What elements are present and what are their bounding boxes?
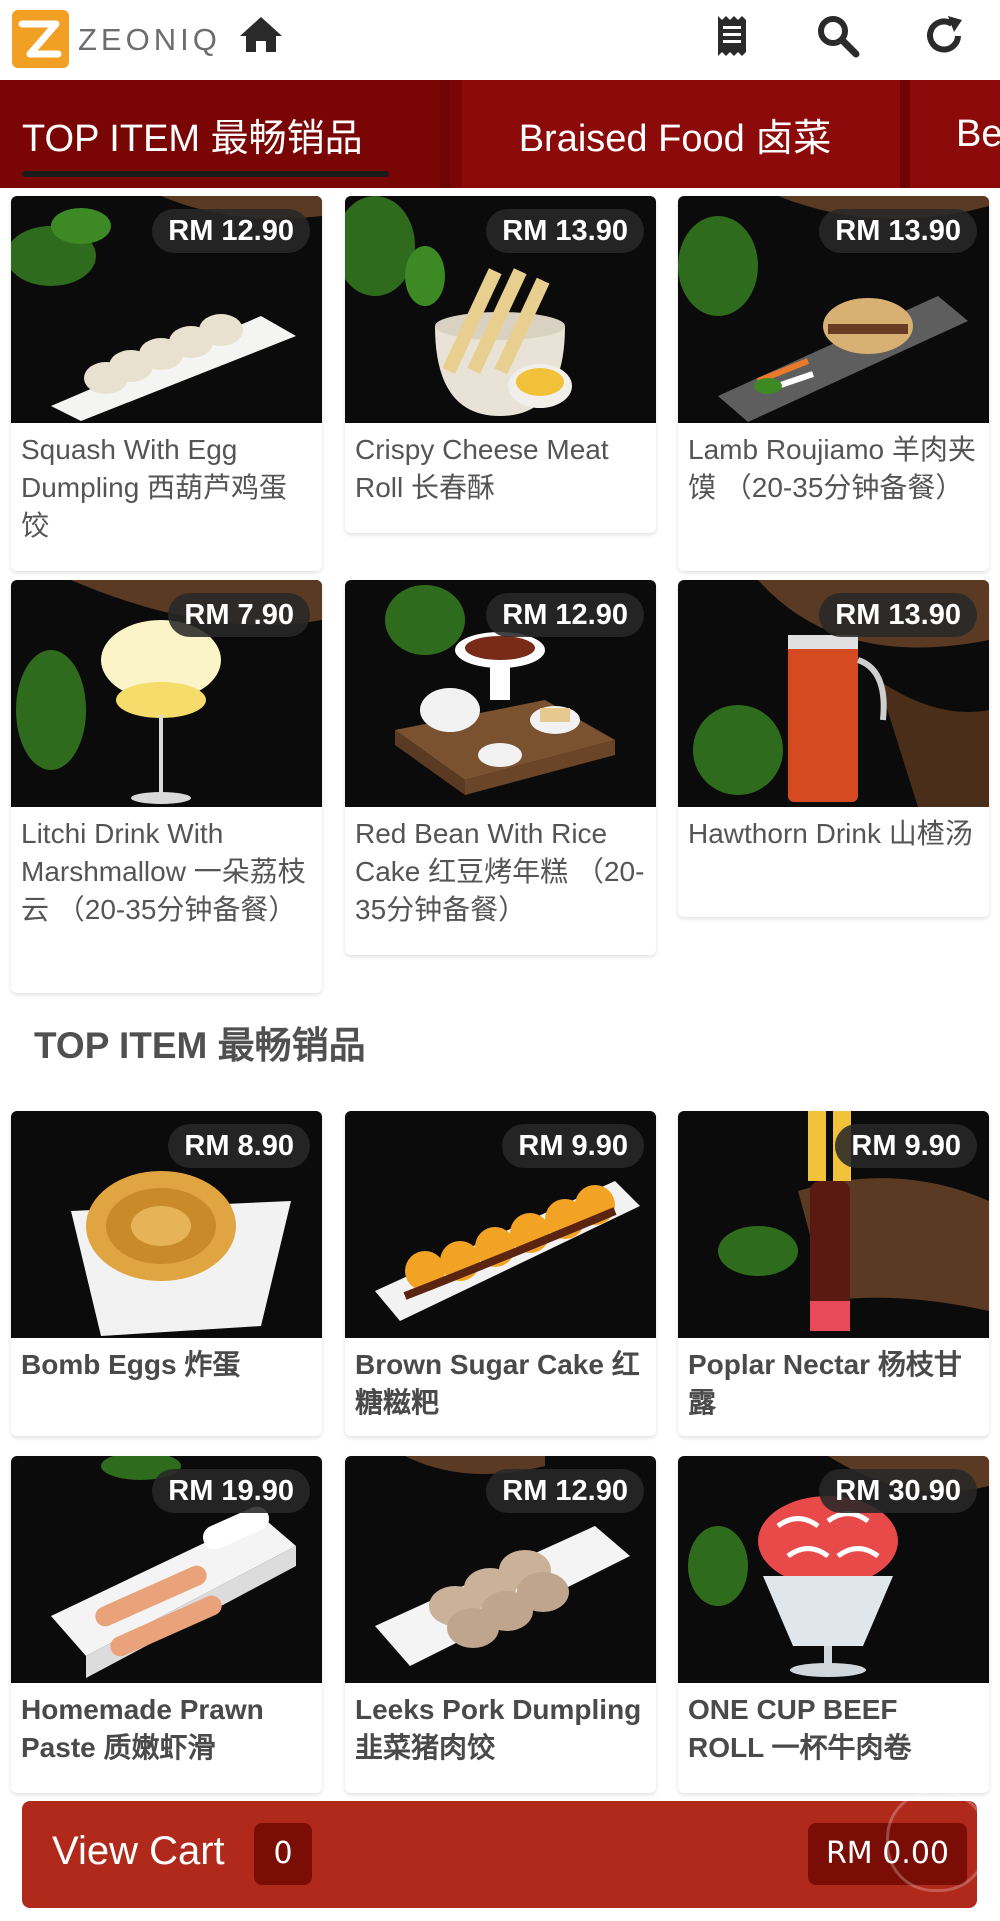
price-badge: RM 19.90 xyxy=(152,1469,310,1513)
product-card[interactable]: RM 9.90 Poplar Nectar 杨枝甘露 xyxy=(678,1111,989,1436)
product-card[interactable]: RM 13.90 Crispy Cheese Meat Roll 长春酥 xyxy=(345,196,656,533)
receipt-icon[interactable] xyxy=(712,14,752,62)
zeoniq-logo-icon xyxy=(12,10,69,68)
product-image: RM 9.90 xyxy=(678,1111,989,1338)
product-image: RM 12.90 xyxy=(345,580,656,807)
price-badge: RM 30.90 xyxy=(819,1469,977,1513)
price-badge: RM 12.90 xyxy=(486,1469,644,1513)
view-cart-button[interactable]: View Cart 0 RM 0.00 xyxy=(22,1801,977,1908)
tab-label: Braised Food 卤菜 xyxy=(518,117,832,160)
product-card[interactable]: RM 12.90 Squash With Egg Dumpling 西葫芦鸡蛋饺 xyxy=(11,196,322,571)
tab-partial[interactable]: Be xyxy=(956,80,1000,188)
product-image: RM 12.90 xyxy=(11,196,322,423)
refresh-icon[interactable] xyxy=(922,14,966,62)
product-card[interactable]: RM 12.90 Leeks Pork Dumpling韭菜猪肉饺 xyxy=(345,1456,656,1793)
tab-divider xyxy=(900,80,910,188)
product-card[interactable]: RM 12.90 Red Bean With Rice Cake 红豆烤年糕 （… xyxy=(345,580,656,955)
product-name: Poplar Nectar 杨枝甘露 xyxy=(688,1349,962,1418)
product-name: ONE CUP BEEF ROLL 一杯牛肉卷 xyxy=(688,1694,912,1763)
product-card[interactable]: RM 19.90 Homemade Prawn Paste 质嫩虾滑 xyxy=(11,1456,322,1793)
brand-name: ZEONIQ xyxy=(78,22,221,57)
product-card[interactable]: RM 13.90 Lamb Roujiamo 羊肉夹馍 （20-35分钟备餐） xyxy=(678,196,989,571)
product-name: Crispy Cheese Meat Roll 长春酥 xyxy=(355,434,609,503)
price-badge: RM 9.90 xyxy=(835,1124,977,1168)
tab-label: TOP ITEM 最畅销品 xyxy=(22,117,363,160)
price-badge: RM 12.90 xyxy=(486,593,644,637)
price-badge: RM 13.90 xyxy=(819,209,977,253)
product-image: RM 9.90 xyxy=(345,1111,656,1338)
tab-label: Be xyxy=(956,112,1000,155)
product-name: Lamb Roujiamo 羊肉夹馍 （20-35分钟备餐） xyxy=(688,434,976,503)
price-badge: RM 7.90 xyxy=(168,593,310,637)
product-name: Red Bean With Rice Cake 红豆烤年糕 （20-35分钟备餐… xyxy=(355,818,645,925)
price-badge: RM 9.90 xyxy=(502,1124,644,1168)
cart-count-badge: 0 xyxy=(254,1823,312,1885)
app-header: ZEONIQ xyxy=(0,0,1000,80)
watermark-logo xyxy=(886,1790,988,1892)
product-card[interactable]: RM 8.90 Bomb Eggs 炸蛋 xyxy=(11,1111,322,1436)
product-image: RM 13.90 xyxy=(345,196,656,423)
product-image: RM 13.90 xyxy=(678,580,989,807)
tab-braised-food[interactable]: Braised Food 卤菜 xyxy=(450,80,900,188)
product-image: RM 7.90 xyxy=(11,580,322,807)
price-badge: RM 8.90 xyxy=(168,1124,310,1168)
search-icon[interactable] xyxy=(816,14,860,62)
product-image: RM 8.90 xyxy=(11,1111,322,1338)
tab-divider xyxy=(440,80,450,188)
cart-label: View Cart xyxy=(52,1829,225,1873)
product-name: Litchi Drink With Marshmallow 一朵荔枝云 （20-… xyxy=(21,818,306,925)
product-card[interactable]: RM 30.90 ONE CUP BEEF ROLL 一杯牛肉卷 xyxy=(678,1456,989,1793)
product-name: Bomb Eggs 炸蛋 xyxy=(21,1349,241,1380)
product-image: RM 12.90 xyxy=(345,1456,656,1683)
product-card[interactable]: RM 13.90 Hawthorn Drink 山楂汤 xyxy=(678,580,989,917)
product-name: Hawthorn Drink 山楂汤 xyxy=(688,818,973,849)
product-image: RM 30.90 xyxy=(678,1456,989,1683)
home-icon[interactable] xyxy=(238,14,284,58)
product-card[interactable]: RM 9.90 Brown Sugar Cake 红糖糍粑 xyxy=(345,1111,656,1436)
product-name: Leeks Pork Dumpling韭菜猪肉饺 xyxy=(355,1694,642,1763)
active-tab-indicator xyxy=(22,171,389,177)
price-badge: RM 12.90 xyxy=(152,209,310,253)
section-title: TOP ITEM 最畅销品 xyxy=(34,1025,366,1066)
price-badge: RM 13.90 xyxy=(486,209,644,253)
category-tabs: TOP ITEM 最畅销品 Braised Food 卤菜 Be xyxy=(0,80,1000,188)
product-card[interactable]: RM 7.90 Litchi Drink With Marshmallow 一朵… xyxy=(11,580,322,993)
product-name: Homemade Prawn Paste 质嫩虾滑 xyxy=(21,1694,264,1763)
price-badge: RM 13.90 xyxy=(819,593,977,637)
product-name: Squash With Egg Dumpling 西葫芦鸡蛋饺 xyxy=(21,434,288,541)
product-image: RM 13.90 xyxy=(678,196,989,423)
product-name: Brown Sugar Cake 红糖糍粑 xyxy=(355,1349,640,1418)
product-image: RM 19.90 xyxy=(11,1456,322,1683)
